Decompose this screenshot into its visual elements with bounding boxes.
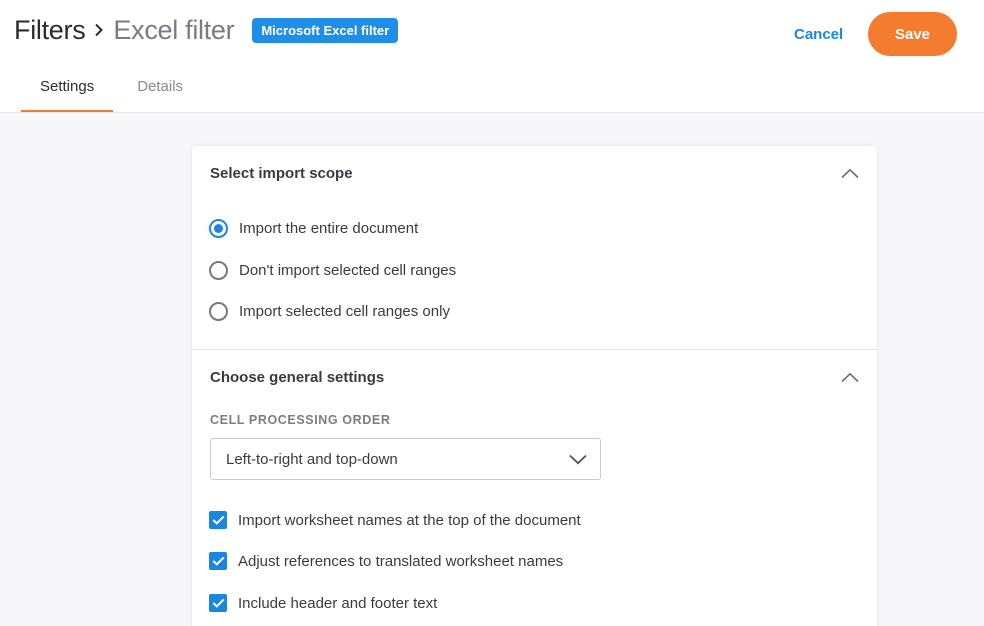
- checkbox-include-header-footer[interactable]: Include header and footer text: [209, 592, 437, 614]
- radio-option-ranges-only[interactable]: Import selected cell ranges only: [209, 300, 450, 322]
- radio-option-entire-document[interactable]: Import the entire document: [209, 217, 418, 239]
- cell-processing-order-select[interactable]: Left-to-right and top-down: [210, 438, 601, 480]
- radio-label: Import the entire document: [239, 219, 419, 237]
- select-value: Left-to-right and top-down: [226, 450, 398, 468]
- filter-type-badge: Microsoft Excel filter: [252, 17, 399, 43]
- radio-option-exclude-ranges[interactable]: Don't import selected cell ranges: [209, 259, 456, 281]
- checkbox-label: Import worksheet names at the top of the…: [238, 511, 581, 529]
- checkbox-import-worksheet-names[interactable]: Import worksheet names at the top of the…: [209, 509, 581, 531]
- chevron-up-icon[interactable]: [840, 163, 860, 183]
- checkbox-checked-icon[interactable]: [209, 594, 227, 612]
- breadcrumb: Filters Excel filter Microsoft Excel fil…: [14, 12, 399, 48]
- section-title: Choose general settings: [210, 368, 385, 386]
- chevron-right-icon: [94, 23, 104, 37]
- checkbox-label: Include header and footer text: [238, 594, 438, 612]
- checkbox-adjust-references[interactable]: Adjust references to translated workshee…: [209, 550, 563, 572]
- checkbox-label: Adjust references to translated workshee…: [238, 552, 564, 570]
- checkbox-checked-icon[interactable]: [209, 552, 227, 570]
- radio-checked-icon[interactable]: [209, 218, 228, 238]
- import-scope-header[interactable]: Select import scope: [210, 161, 860, 185]
- radio-label: Don't import selected cell ranges: [239, 261, 457, 279]
- tab-details[interactable]: Details: [118, 68, 202, 112]
- section-title: Select import scope: [210, 164, 353, 182]
- radio-label: Import selected cell ranges only: [239, 302, 450, 320]
- save-button[interactable]: Save: [868, 12, 957, 56]
- settings-card: Select import scope Import the entire do…: [192, 146, 877, 626]
- page-header: Filters Excel filter Microsoft Excel fil…: [0, 0, 984, 113]
- breadcrumb-filters-link[interactable]: Filters: [14, 15, 86, 46]
- general-settings-header[interactable]: Choose general settings: [210, 365, 860, 389]
- radio-unchecked-icon[interactable]: [209, 301, 228, 321]
- tab-settings[interactable]: Settings: [21, 68, 114, 112]
- chevron-up-icon[interactable]: [840, 367, 860, 387]
- chevron-down-icon: [569, 454, 587, 465]
- tab-bar: Settings Details: [21, 68, 202, 113]
- page-title: Excel filter: [113, 14, 235, 45]
- cancel-button[interactable]: Cancel: [790, 22, 847, 46]
- cell-processing-order-label: CELL PROCESSING ORDER: [210, 413, 391, 427]
- section-divider: [192, 349, 877, 350]
- radio-unchecked-icon[interactable]: [209, 260, 228, 280]
- checkbox-checked-icon[interactable]: [209, 511, 227, 529]
